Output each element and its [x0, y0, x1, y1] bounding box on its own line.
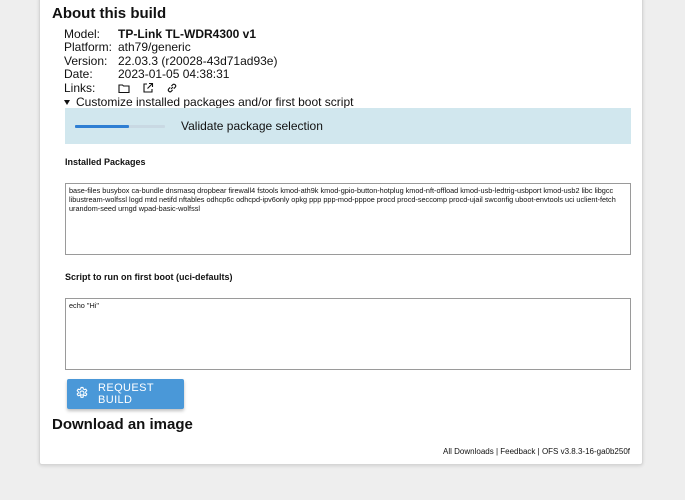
script-textarea[interactable]: echo "Hi" [65, 298, 631, 370]
info-row-links: Links: [64, 81, 277, 95]
external-link-icon[interactable] [142, 82, 154, 94]
build-card: About this build Model: TP-Link TL-WDR43… [39, 0, 643, 465]
packages-label: Installed Packages [65, 157, 146, 167]
link-icon[interactable] [166, 82, 178, 94]
download-title: Download an image [52, 416, 193, 433]
folder-icon[interactable] [118, 82, 130, 94]
info-key: Date: [64, 67, 93, 82]
gear-icon [67, 386, 98, 403]
info-key: Links: [64, 80, 96, 95]
request-build-label: REQUEST BUILD [98, 382, 154, 406]
feedback-link[interactable]: Feedback [500, 447, 535, 456]
validate-status: Validate package selection [65, 108, 631, 144]
links-group [118, 82, 178, 94]
info-row-platform: Platform: ath79/generic [64, 40, 277, 55]
footer-links: All Downloads | Feedback | OFS v3.8.3-16… [443, 447, 630, 456]
info-row-date: Date: 2023-01-05 04:38:31 [64, 67, 277, 82]
progress-bar [75, 124, 165, 128]
script-label: Script to run on first boot (uci-default… [65, 272, 233, 282]
model-value: TP-Link TL-WDR4300 v1 [118, 26, 257, 41]
build-info-table: Model: TP-Link TL-WDR4300 v1 Platform: a… [64, 27, 277, 95]
platform-value: ath79/generic [118, 40, 191, 55]
triangle-down-icon [64, 99, 70, 105]
info-key: Version: [64, 53, 108, 68]
version-link[interactable]: OFS v3.8.3-16-ga0b250f [542, 447, 630, 456]
validate-text: Validate package selection [181, 119, 323, 133]
progress-fill [75, 124, 129, 128]
all-downloads-link[interactable]: All Downloads [443, 447, 494, 456]
customize-toggle[interactable]: Customize installed packages and/or firs… [64, 95, 353, 109]
version-value: 22.03.3 (r20028-43d71ad93e) [118, 53, 278, 68]
request-build-button[interactable]: REQUEST BUILD [67, 379, 184, 409]
about-title: About this build [52, 5, 167, 22]
info-key: Platform: [64, 40, 113, 55]
info-row-model: Model: TP-Link TL-WDR4300 v1 [64, 27, 277, 41]
date-value: 2023-01-05 04:38:31 [118, 67, 230, 82]
customize-label: Customize installed packages and/or firs… [76, 95, 354, 109]
info-key: Model: [64, 26, 101, 41]
packages-textarea[interactable]: base-files busybox ca-bundle dnsmasq dro… [65, 183, 631, 255]
info-row-version: Version: 22.03.3 (r20028-43d71ad93e) [64, 54, 277, 68]
